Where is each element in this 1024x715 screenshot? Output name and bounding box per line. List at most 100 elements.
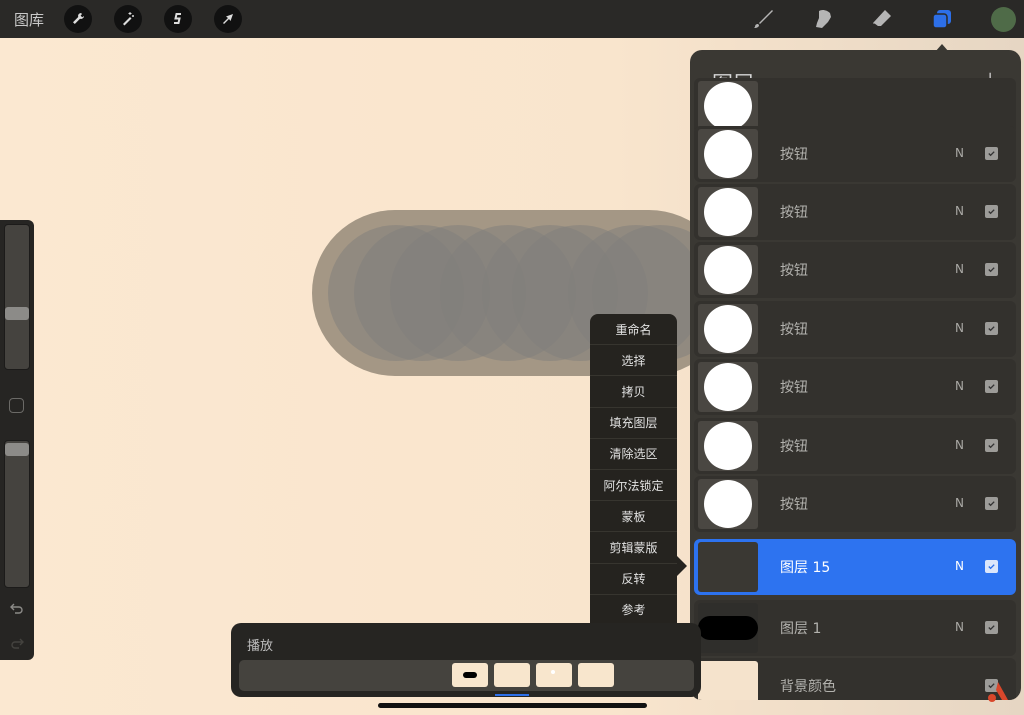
- transform-button[interactable]: [214, 5, 242, 33]
- blend-mode-button[interactable]: N: [955, 620, 964, 634]
- frame-thumbnail[interactable]: [452, 663, 488, 687]
- gallery-button[interactable]: 图库: [14, 9, 44, 30]
- blend-mode-button[interactable]: N: [955, 438, 964, 452]
- layer-row[interactable]: 按钮 N: [694, 359, 1016, 415]
- layer-thumbnail: [698, 603, 758, 653]
- visibility-checkbox[interactable]: [985, 380, 998, 393]
- visibility-checkbox[interactable]: [985, 621, 998, 634]
- actions-button[interactable]: [64, 5, 92, 33]
- menu-caret: [677, 556, 687, 576]
- layer-thumbnail: [698, 421, 758, 471]
- layer-name: 按钮: [780, 380, 808, 396]
- adjustments-button[interactable]: [114, 5, 142, 33]
- menu-item[interactable]: 反转: [590, 564, 677, 595]
- blend-mode-button[interactable]: N: [955, 379, 964, 393]
- layer-thumbnail: [698, 661, 758, 700]
- frame-timeline[interactable]: [239, 660, 694, 691]
- smudge-button[interactable]: [810, 6, 836, 32]
- eraser-button[interactable]: [869, 6, 895, 32]
- visibility-checkbox[interactable]: [985, 205, 998, 218]
- selection-s-icon: [174, 13, 181, 24]
- undo-icon[interactable]: [9, 600, 25, 616]
- menu-item[interactable]: 参考: [590, 595, 677, 626]
- menu-item[interactable]: 拷贝: [590, 376, 677, 408]
- brush-size-slider[interactable]: [4, 224, 30, 370]
- layer-thumbnail: [698, 362, 758, 412]
- checkmark-icon: [988, 564, 995, 570]
- visibility-checkbox[interactable]: [985, 497, 998, 510]
- opacity-slider[interactable]: [4, 440, 30, 588]
- brush-button[interactable]: [750, 6, 776, 32]
- frame-thumbnail[interactable]: [494, 663, 530, 687]
- checkmark-icon: [988, 326, 995, 332]
- circle-preview: [704, 305, 752, 353]
- play-button[interactable]: 播放: [247, 635, 273, 654]
- checkmark-icon: [988, 151, 995, 157]
- layer-thumbnail: [698, 187, 758, 237]
- layer-row[interactable]: 按钮 N: [694, 476, 1016, 532]
- menu-item[interactable]: 蒙板: [590, 501, 677, 533]
- menu-item[interactable]: 选择: [590, 345, 677, 377]
- redo-icon[interactable]: [9, 635, 25, 651]
- layer-thumbnail: [698, 304, 758, 354]
- blend-mode-button[interactable]: N: [955, 496, 964, 510]
- menu-item[interactable]: 清除选区: [590, 439, 677, 470]
- menu-item[interactable]: 重命名: [590, 314, 677, 346]
- frame-thumbnail[interactable]: [536, 663, 572, 687]
- current-frame-indicator: [495, 694, 529, 696]
- frame-thumbnail[interactable]: [578, 663, 614, 687]
- color-picker-button[interactable]: [991, 7, 1016, 32]
- layer-thumbnail: [698, 81, 758, 131]
- checkmark-icon: [988, 501, 995, 507]
- circle-preview: [704, 130, 752, 178]
- home-indicator[interactable]: [378, 703, 647, 708]
- blend-mode-button[interactable]: N: [955, 262, 964, 276]
- layer-row[interactable]: 图层 1 N: [694, 600, 1016, 656]
- checkmark-icon: [988, 625, 995, 631]
- visibility-checkbox[interactable]: [985, 147, 998, 160]
- blend-mode-button[interactable]: N: [955, 204, 964, 218]
- blend-mode-button[interactable]: N: [955, 146, 964, 160]
- layer-row[interactable]: 按钮 N: [694, 418, 1016, 474]
- visibility-checkbox[interactable]: [985, 560, 998, 573]
- layers-button[interactable]: [929, 6, 955, 32]
- menu-item[interactable]: 填充图层: [590, 408, 677, 439]
- layer-row[interactable]: 按钮 N: [694, 126, 1016, 182]
- checkmark-icon: [988, 384, 995, 390]
- layer-thumbnail: [698, 129, 758, 179]
- arrow-cursor-icon: [223, 14, 233, 24]
- layer-row[interactable]: 背景颜色: [694, 658, 1016, 700]
- wrench-icon: [73, 13, 84, 24]
- selection-button[interactable]: [164, 5, 192, 33]
- opacity-thumb[interactable]: [5, 443, 29, 456]
- layer-name: 图层 15: [780, 560, 831, 576]
- layers-icon: [932, 10, 951, 29]
- visibility-checkbox[interactable]: [985, 439, 998, 452]
- layer-name: 图层 1: [780, 621, 822, 637]
- modify-button[interactable]: [9, 398, 24, 413]
- layer-thumbnail: [698, 479, 758, 529]
- layer-row[interactable]: 按钮 N: [694, 301, 1016, 357]
- brush-size-thumb[interactable]: [5, 307, 29, 320]
- layer-name: 按钮: [780, 205, 808, 221]
- left-sidebar: [0, 220, 34, 660]
- eraser-icon: [873, 10, 891, 28]
- layer-name: 按钮: [780, 497, 808, 513]
- layers-panel: 图层 + 按钮N按钮N按钮N按钮N按钮N按钮N按钮N图层 15N图层 1N背景颜…: [690, 50, 1021, 700]
- layer-row[interactable]: 按钮 N: [694, 242, 1016, 298]
- visibility-checkbox[interactable]: [985, 322, 998, 335]
- checkmark-icon: [988, 267, 995, 273]
- layer-row[interactable]: 图层 15 N: [694, 539, 1016, 595]
- menu-item[interactable]: 阿尔法锁定: [590, 470, 677, 502]
- menu-item[interactable]: 剪辑蒙版: [590, 532, 677, 564]
- layer-name: 按钮: [780, 439, 808, 455]
- pill-preview: [698, 616, 758, 640]
- top-toolbar: 图库: [0, 0, 1024, 38]
- visibility-checkbox[interactable]: [985, 263, 998, 276]
- layer-row[interactable]: 按钮 N: [694, 184, 1016, 240]
- blend-mode-button[interactable]: N: [955, 559, 964, 573]
- blend-mode-button[interactable]: N: [955, 321, 964, 335]
- smudge-finger-icon: [816, 9, 831, 28]
- brush-icon: [754, 10, 773, 28]
- checkmark-icon: [988, 209, 995, 215]
